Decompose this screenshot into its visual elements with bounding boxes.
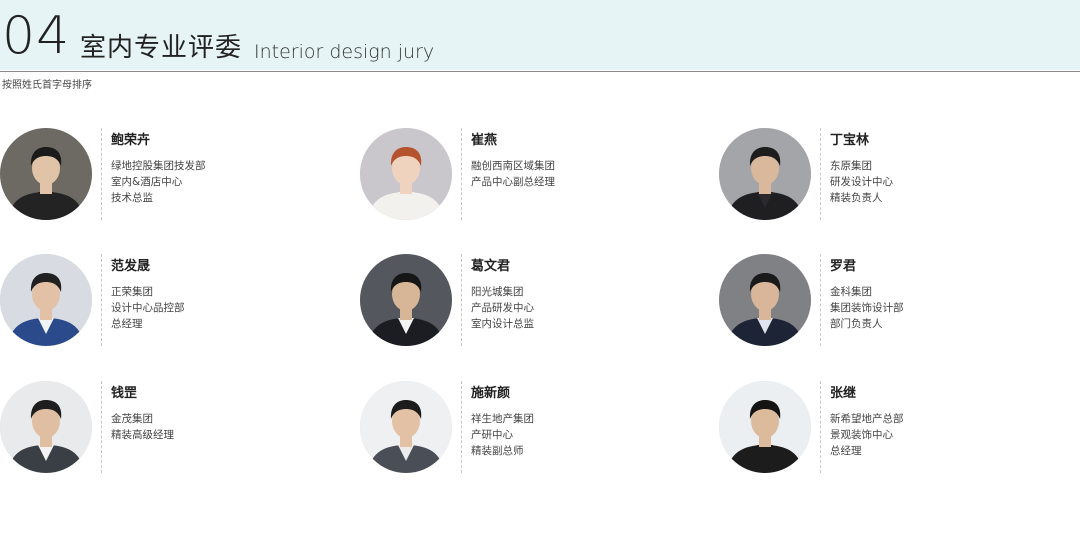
juror-title-lines: 绿地控股集团技发部 室内&酒店中心 技术总监	[111, 158, 206, 206]
juror-card: 范发晟正荣集团设计中心品控部 总经理	[0, 254, 340, 350]
juror-title-line: 研发设计中心	[830, 176, 893, 188]
juror-title-line: 精装高级经理	[111, 429, 174, 441]
juror-title-lines: 祥生地产集团 产研中心精装副总师	[471, 411, 534, 459]
juror-title-line: 景观装饰中心	[830, 429, 893, 441]
juror-title-line: 绿地控股集团技发部	[111, 160, 206, 172]
juror-title-line: 总经理	[830, 445, 862, 457]
juror-title-line: 设计中心品控部	[111, 302, 185, 314]
juror-title-lines: 东原集团研发设计中心 精装负责人	[830, 158, 893, 206]
juror-name: 范发晟	[111, 259, 151, 274]
juror-title-line: 东原集团	[830, 160, 872, 172]
juror-name: 钱罡	[111, 386, 138, 401]
juror-portrait	[0, 254, 92, 346]
juror-title-lines: 金科集团集团装饰设计部 部门负责人	[830, 284, 904, 332]
juror-title-line: 总经理	[111, 318, 143, 330]
juror-title-line: 精装负责人	[830, 192, 883, 204]
juror-name: 罗君	[830, 259, 857, 274]
juror-card: 崔燕融创西南区域集团 产品中心副总经理	[360, 128, 700, 224]
juror-title-line: 集团装饰设计部	[830, 302, 904, 314]
juror-title-lines: 新希望地产总部 景观装饰中心 总经理	[830, 411, 904, 459]
juror-card: 施新颜祥生地产集团 产研中心精装副总师	[360, 381, 700, 477]
juror-portrait	[360, 254, 452, 346]
header-divider	[0, 71, 1080, 72]
card-divider	[461, 128, 462, 220]
juror-title-line: 产品中心副总经理	[471, 176, 555, 188]
section-number: 04	[2, 6, 71, 66]
card-divider	[820, 254, 821, 346]
juror-title-line: 产研中心	[471, 429, 513, 441]
section-title-en: Interior design jury	[254, 41, 435, 63]
juror-title-line: 祥生地产集团	[471, 413, 534, 425]
juror-title-line: 技术总监	[111, 192, 153, 204]
card-divider	[461, 381, 462, 473]
juror-card: 钱罡金茂集团精装高级经理	[0, 381, 340, 477]
juror-title-line: 金科集团	[830, 286, 872, 298]
juror-title-lines: 正荣集团设计中心品控部 总经理	[111, 284, 185, 332]
juror-portrait	[0, 381, 92, 473]
juror-title-line: 部门负责人	[830, 318, 883, 330]
juror-portrait	[719, 381, 811, 473]
juror-title-line: 室内设计总监	[471, 318, 534, 330]
juror-card: 张继新希望地产总部 景观装饰中心 总经理	[719, 381, 1059, 477]
juror-title-line: 金茂集团	[111, 413, 153, 425]
juror-portrait	[719, 254, 811, 346]
juror-card: 鲍荣卉绿地控股集团技发部 室内&酒店中心 技术总监	[0, 128, 340, 224]
juror-card: 丁宝林东原集团研发设计中心 精装负责人	[719, 128, 1059, 224]
juror-title-line: 新希望地产总部	[830, 413, 904, 425]
juror-title-lines: 金茂集团精装高级经理	[111, 411, 174, 443]
juror-card: 罗君金科集团集团装饰设计部 部门负责人	[719, 254, 1059, 350]
section-title-cn: 室内专业评委	[80, 33, 243, 63]
juror-title-lines: 阳光城集团产品研发中心 室内设计总监	[471, 284, 534, 332]
card-divider	[101, 254, 102, 346]
juror-title-line: 室内&酒店中心	[111, 176, 183, 188]
juror-portrait	[360, 381, 452, 473]
juror-portrait	[360, 128, 452, 220]
juror-card: 葛文君阳光城集团产品研发中心 室内设计总监	[360, 254, 700, 350]
card-divider	[820, 381, 821, 473]
juror-title-line: 融创西南区域集团	[471, 160, 555, 172]
card-divider	[101, 128, 102, 220]
juror-name: 张继	[830, 386, 857, 401]
juror-name: 施新颜	[471, 386, 511, 401]
card-divider	[820, 128, 821, 220]
sort-note: 按照姓氏首字母排序	[2, 80, 92, 91]
juror-title-line: 产品研发中心	[471, 302, 534, 314]
juror-portrait	[0, 128, 92, 220]
juror-title-line: 阳光城集团	[471, 286, 524, 298]
juror-portrait	[719, 128, 811, 220]
juror-title-line: 精装副总师	[471, 445, 524, 457]
juror-name: 丁宝林	[830, 133, 870, 148]
juror-name: 崔燕	[471, 133, 498, 148]
juror-title-line: 正荣集团	[111, 286, 153, 298]
juror-name: 鲍荣卉	[111, 133, 151, 148]
juror-name: 葛文君	[471, 259, 511, 274]
section-header-band: 04 室内专业评委 Interior design jury	[0, 0, 1080, 70]
juror-title-lines: 融创西南区域集团 产品中心副总经理	[471, 158, 555, 190]
card-divider	[461, 254, 462, 346]
card-divider	[101, 381, 102, 473]
